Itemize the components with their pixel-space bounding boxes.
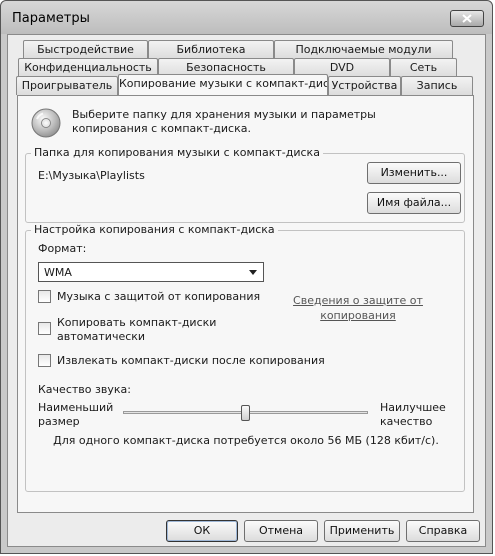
tab-panel-rip-music: Выберите папку для хранения музыки и пар… [17, 95, 474, 513]
cancel-button[interactable]: Отмена [244, 520, 318, 542]
cd-icon [31, 108, 61, 138]
size-estimate-text: Для одного компакт-диска потребуется око… [53, 434, 439, 447]
smallest-size-label: Наименьший размер [38, 401, 114, 428]
tab-library[interactable]: Библиотека [148, 40, 274, 59]
tab-plugins[interactable]: Подключаемые модули [274, 40, 453, 59]
title-bar: Параметры [1, 1, 492, 34]
apply-button[interactable]: Применить [324, 520, 400, 542]
change-folder-button[interactable]: Изменить... [367, 162, 461, 184]
ok-button[interactable]: ОК [166, 520, 238, 542]
eject-after-rip-label: Извлекать компакт-диски после копировани… [57, 354, 325, 367]
rip-settings-group-title: Настройка копирования с компакт-диска [31, 223, 278, 236]
help-button[interactable]: Справка [406, 520, 480, 542]
audio-quality-label: Качество звука: [38, 383, 131, 396]
copy-protect-label: Музыка с защитой от копирования [57, 290, 261, 303]
format-select-value: WMA [44, 266, 72, 279]
tab-devices[interactable]: Устройства [328, 76, 401, 95]
auto-rip-checkbox[interactable] [38, 322, 51, 335]
dialog-client-area: Быстродействие Библиотека Подключаемые м… [7, 34, 486, 547]
rip-folder-group: Папка для копирования музыки с компакт-д… [25, 146, 465, 223]
close-button[interactable] [450, 10, 484, 27]
rip-settings-group: Настройка копирования с компакт-диска Фо… [25, 223, 465, 492]
chevron-down-icon [249, 270, 257, 275]
window-title: Параметры [12, 11, 90, 26]
auto-rip-label: Копировать компакт-диски автоматически [57, 316, 217, 343]
rip-folder-group-title: Папка для копирования музыки с компакт-д… [31, 146, 323, 159]
copy-protect-checkbox[interactable] [38, 290, 51, 303]
tab-performance[interactable]: Быстродействие [23, 40, 148, 59]
best-quality-label: Наилучшее качество [380, 401, 446, 428]
tab-network[interactable]: Сеть [390, 58, 457, 77]
format-label: Формат: [38, 242, 87, 255]
audio-quality-slider[interactable] [241, 405, 250, 421]
format-select[interactable]: WMA [38, 262, 264, 282]
tab-rip-music[interactable]: Копирование музыки с компакт-диска [118, 74, 328, 95]
options-dialog: Параметры Быстродействие Библиотека Подк… [0, 0, 493, 554]
eject-after-rip-checkbox[interactable] [38, 354, 51, 367]
tab-player[interactable]: Проигрыватель [16, 76, 118, 95]
close-icon [462, 14, 472, 23]
intro-text: Выберите папку для хранения музыки и пар… [72, 108, 376, 135]
file-name-button[interactable]: Имя файла... [367, 192, 461, 214]
copy-protection-info-link[interactable]: Сведения о защите от копирования [290, 293, 426, 323]
tab-burn[interactable]: Запись [401, 76, 473, 95]
rip-folder-path: E:\Музыка\Playlists [38, 169, 145, 182]
